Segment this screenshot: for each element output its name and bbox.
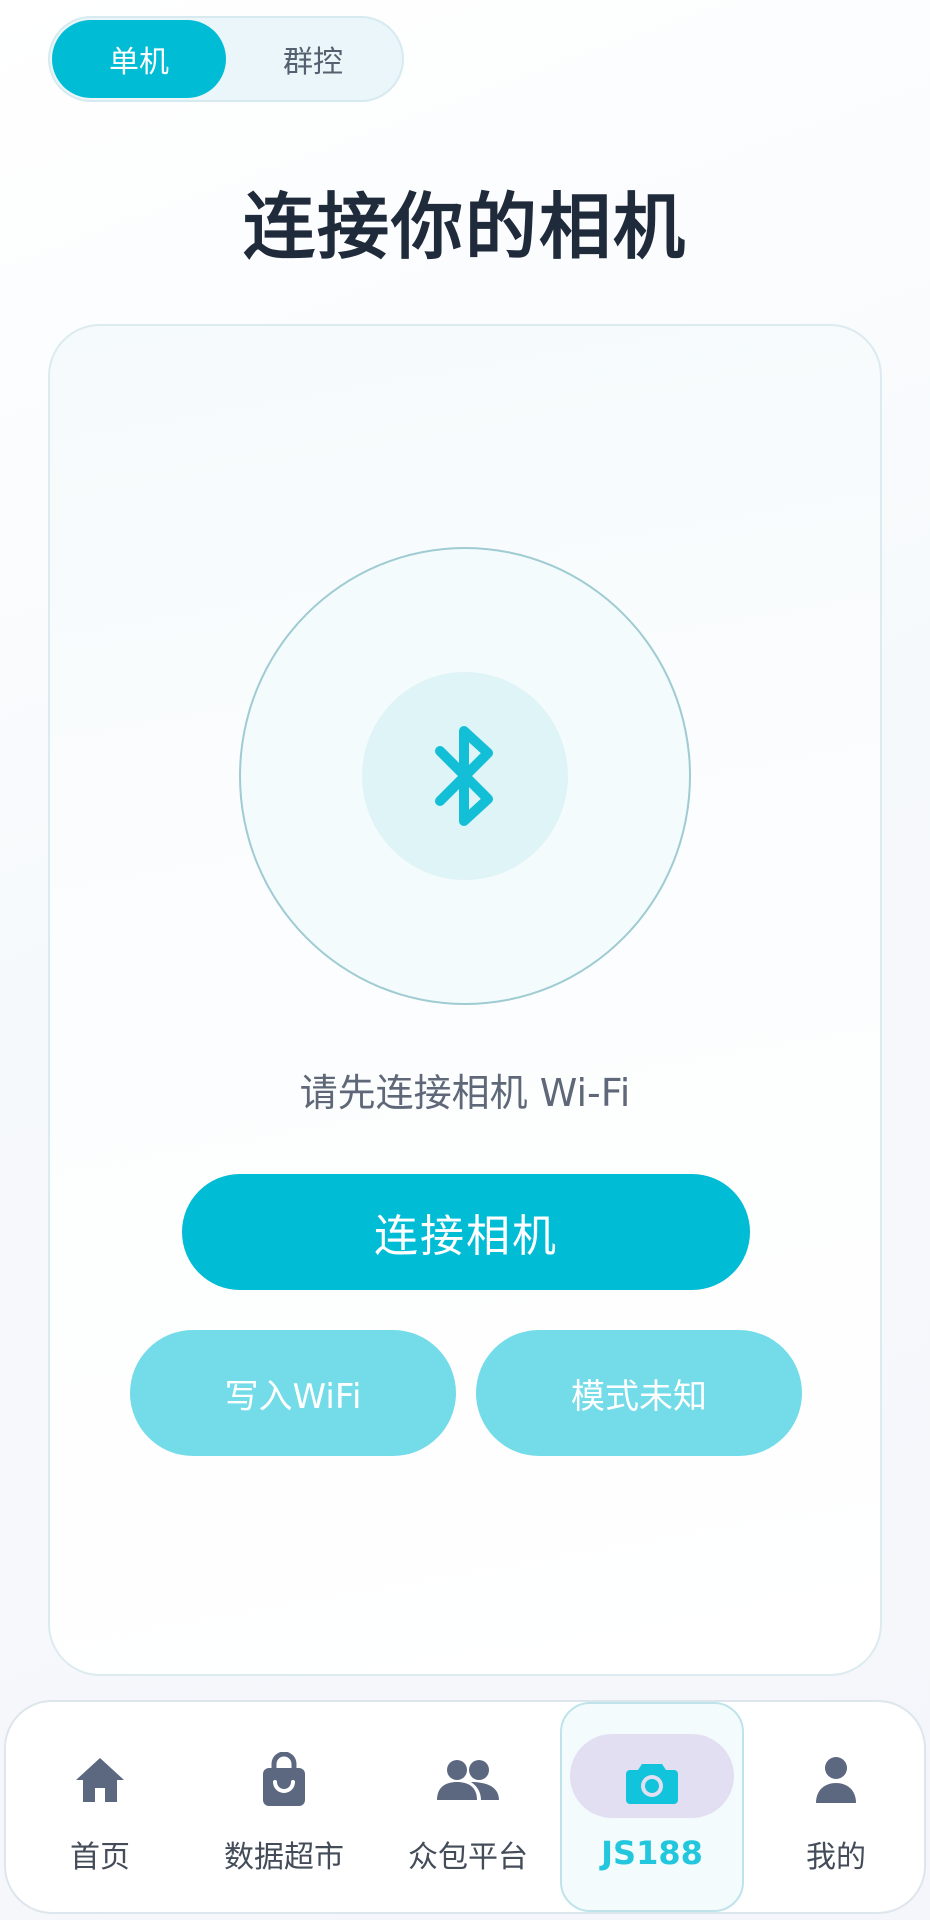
shopping-bag-icon xyxy=(192,1748,376,1812)
people-icon xyxy=(376,1748,560,1812)
status-icon-circle xyxy=(362,672,568,880)
nav-label-js188: JS188 xyxy=(601,1834,703,1872)
mode-single-tab[interactable]: 单机 xyxy=(52,20,226,98)
nav-label-crowdsourcing: 众包平台 xyxy=(408,1840,528,1875)
person-icon xyxy=(744,1748,928,1812)
bottom-nav: 首页 数据超市 众包平台 JS188 我的 xyxy=(4,1700,926,1914)
nav-item-profile[interactable]: 我的 xyxy=(744,1702,928,1912)
nav-label-data-market: 数据超市 xyxy=(224,1840,344,1875)
nav-item-home[interactable]: 首页 xyxy=(8,1702,192,1912)
nav-label-home: 首页 xyxy=(70,1840,130,1875)
nav-item-crowdsourcing[interactable]: 众包平台 xyxy=(376,1702,560,1912)
connect-camera-button[interactable]: 连接相机 xyxy=(182,1174,750,1290)
write-wifi-button[interactable]: 写入WiFi xyxy=(130,1330,456,1456)
connect-card: 请先连接相机 Wi-Fi 连接相机 写入WiFi 模式未知 xyxy=(48,324,882,1676)
nav-item-js188[interactable]: JS188 xyxy=(560,1702,744,1912)
mode-switch: 单机 群控 xyxy=(48,16,404,102)
mode-unknown-button[interactable]: 模式未知 xyxy=(476,1330,802,1456)
bluetooth-icon xyxy=(435,726,493,826)
camera-icon xyxy=(562,1750,742,1814)
mode-group-tab[interactable]: 群控 xyxy=(226,20,400,98)
connect-hint: 请先连接相机 Wi-Fi xyxy=(299,1071,631,1115)
nav-label-profile: 我的 xyxy=(806,1840,866,1875)
page-title: 连接你的相机 xyxy=(242,185,687,269)
home-icon xyxy=(8,1748,192,1812)
nav-item-data-market[interactable]: 数据超市 xyxy=(192,1702,376,1912)
